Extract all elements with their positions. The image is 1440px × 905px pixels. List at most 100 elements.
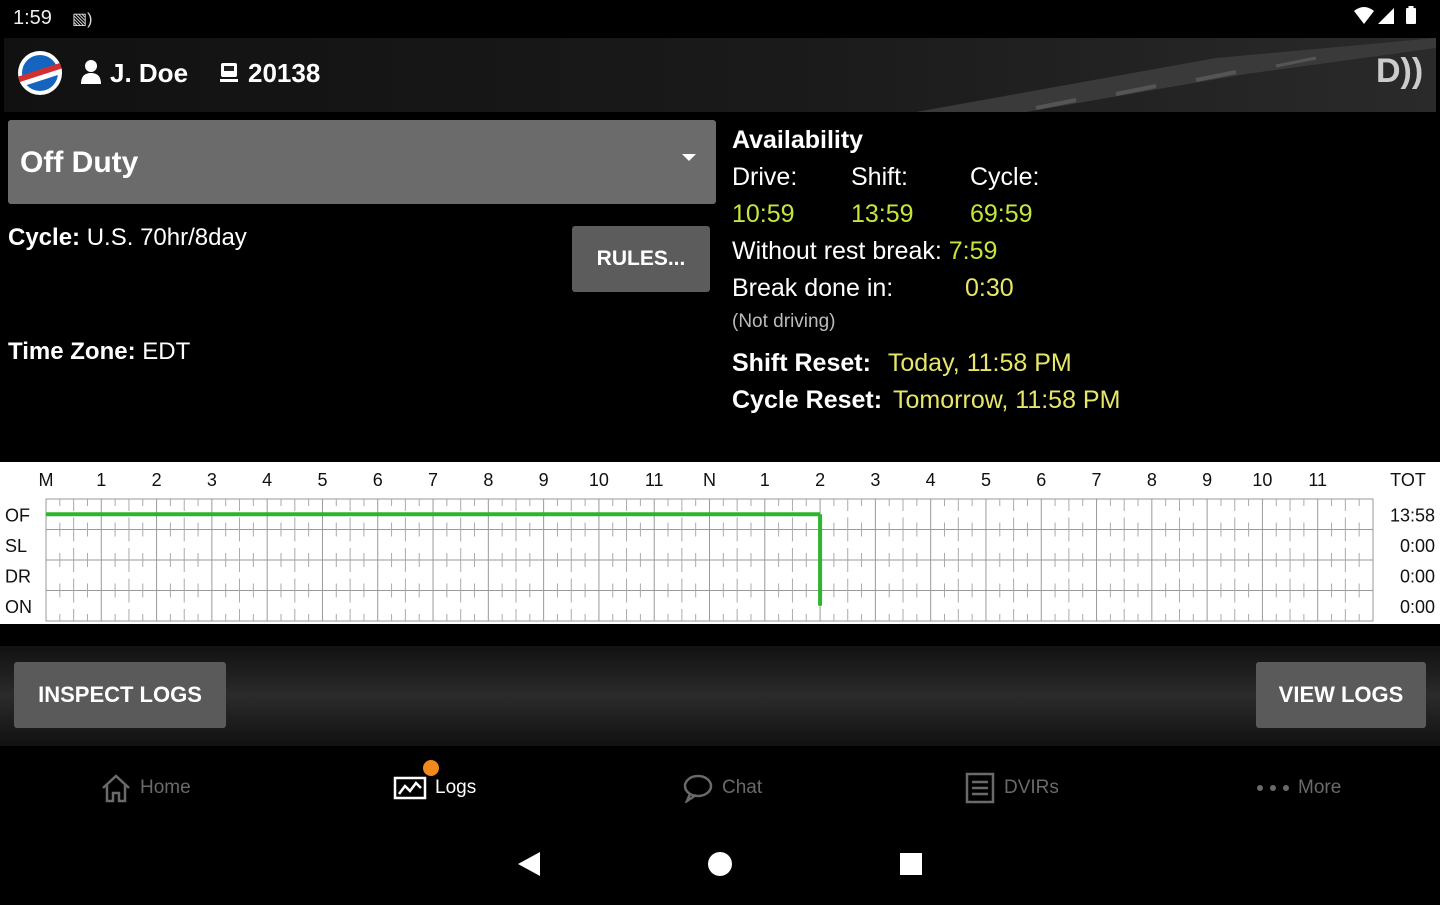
cycle-reset-label: Cycle Reset:	[732, 386, 883, 414]
shift-reset-row: Shift Reset: Today, 11:58 PM	[732, 349, 1072, 378]
hour-label: 3	[870, 470, 880, 490]
cycle-label: Cycle:	[8, 224, 81, 251]
recents-button-icon[interactable]	[900, 853, 922, 875]
hour-label: 2	[152, 470, 162, 490]
hour-label: 9	[1202, 470, 1212, 490]
wifi-signal-battery-icon	[1354, 6, 1416, 24]
break-done-value: 0:30	[965, 274, 1014, 302]
hour-label: 3	[207, 470, 217, 490]
shift-value: 13:59	[851, 200, 914, 228]
cycle-value: U.S. 70hr/8day	[86, 224, 247, 251]
hour-label: 4	[926, 470, 936, 490]
nav-home-label: Home	[140, 777, 191, 798]
rest-break-row: Without rest break: 7:59	[732, 237, 997, 266]
status-bar: 1:59 ▧)	[0, 0, 1440, 38]
hour-label: 6	[1036, 470, 1046, 490]
nav-dvirs-label: DVIRs	[1004, 777, 1059, 798]
hour-label: 5	[317, 470, 327, 490]
timezone-label: Time Zone:	[8, 338, 136, 365]
availability-title: Availability	[732, 126, 864, 154]
user-icon	[80, 60, 102, 89]
nav-logs-label: Logs	[435, 777, 477, 798]
status-time: 1:59	[13, 7, 52, 29]
break-note: (Not driving)	[732, 311, 836, 332]
hour-label: 11	[645, 470, 664, 490]
log-graph[interactable]: M 1 2 3 4 5 6 7 8 9 10 11 N 1 2 3 4 5 6 7 8 9 10 11 TOT OF 13:58 SL…	[0, 462, 1440, 624]
shift-label: Shift:	[851, 163, 908, 191]
hour-label: 2	[815, 470, 825, 490]
hour-label: N	[703, 470, 716, 490]
app-logo[interactable]	[18, 51, 62, 95]
hour-label: 1	[96, 470, 106, 490]
eld-connection-icon[interactable]: D))	[1376, 52, 1423, 91]
log-graph-svg: M 1 2 3 4 5 6 7 8 9 10 11 N 1 2 3 4 5 6 7 8 9 10 11 TOT OF 13:58 SL…	[5, 470, 1435, 622]
inspect-logs-button[interactable]: INSPECT LOGS	[14, 662, 226, 728]
nav-more[interactable]: More	[1256, 770, 1341, 806]
hour-label: 1	[760, 470, 770, 490]
hour-label: 11	[1308, 470, 1327, 490]
row-total: 0:00	[1400, 566, 1435, 586]
hour-label: 8	[483, 470, 493, 490]
break-done-label: Break done in:	[732, 274, 894, 302]
hour-label: M	[39, 470, 54, 490]
rest-break-value: 7:59	[948, 237, 998, 265]
row-total: 0:00	[1400, 536, 1435, 556]
rules-button[interactable]: RULES...	[572, 226, 710, 292]
action-bar: INSPECT LOGS VIEW LOGS	[0, 646, 1440, 746]
row-total: 13:58	[1390, 505, 1435, 525]
view-logs-button[interactable]: VIEW LOGS	[1256, 662, 1426, 728]
logs-icon	[393, 776, 427, 800]
app-header: J. Doe 20138 D))	[4, 38, 1436, 112]
shift-reset-value: Today, 11:58 PM	[887, 349, 1072, 377]
dvirs-icon	[965, 772, 995, 804]
row-label: SL	[5, 536, 27, 556]
back-button-icon[interactable]	[518, 852, 540, 876]
timezone-info: Time Zone: EDT	[8, 338, 190, 366]
home-icon	[102, 774, 130, 803]
drive-value: 10:59	[732, 200, 795, 228]
cycle-reset-value: Tomorrow, 11:58 PM	[893, 386, 1121, 414]
shift-reset-label: Shift Reset:	[732, 349, 871, 377]
hour-label: 10	[1252, 470, 1272, 490]
cycle-reset-row: Cycle Reset: Tomorrow, 11:58 PM	[732, 386, 1120, 415]
total-header: TOT	[1390, 470, 1426, 490]
logs-notification-badge	[423, 760, 439, 776]
more-icon	[1257, 785, 1289, 791]
vibrate-icon: ▧)	[72, 11, 93, 28]
rest-break-label: Without rest break:	[732, 237, 942, 265]
row-label: OF	[5, 505, 30, 525]
nav-logs[interactable]: Logs	[393, 770, 476, 806]
duty-status-dropdown[interactable]: Off Duty	[8, 120, 716, 204]
hour-label: 4	[262, 470, 272, 490]
drive-label: Drive:	[732, 163, 798, 191]
truck-icon	[218, 62, 240, 89]
dropdown-caret-icon	[682, 154, 696, 161]
timezone-value: EDT	[142, 338, 191, 365]
row-label: DR	[5, 566, 31, 586]
hour-label: 8	[1147, 470, 1157, 490]
hour-label: 7	[1092, 470, 1102, 490]
row-total: 0:00	[1400, 597, 1435, 617]
system-status-icons	[1354, 6, 1428, 32]
duty-status-value: Off Duty	[20, 146, 139, 179]
nav-dvirs[interactable]: DVIRs	[964, 770, 1059, 806]
nav-chat-label: Chat	[722, 777, 763, 798]
road-graphic	[916, 38, 1436, 112]
home-button-icon[interactable]	[708, 852, 732, 876]
nav-more-label: More	[1298, 777, 1342, 798]
truck-number[interactable]: 20138	[248, 58, 320, 89]
hour-label: 10	[589, 470, 609, 490]
nav-chat[interactable]: Chat	[682, 770, 762, 806]
hour-label: 7	[428, 470, 438, 490]
row-label: ON	[5, 597, 32, 617]
cycle-avail-label: Cycle:	[970, 163, 1040, 191]
hour-label: 6	[373, 470, 383, 490]
nav-home[interactable]: Home	[100, 770, 191, 806]
cycle-avail-value: 69:59	[970, 200, 1033, 228]
driver-name[interactable]: J. Doe	[110, 58, 188, 89]
hour-label: 5	[981, 470, 991, 490]
chat-icon	[683, 774, 713, 803]
android-nav-bar	[0, 830, 1440, 900]
cycle-info: Cycle: U.S. 70hr/8day	[8, 224, 247, 252]
hour-label: 9	[539, 470, 549, 490]
